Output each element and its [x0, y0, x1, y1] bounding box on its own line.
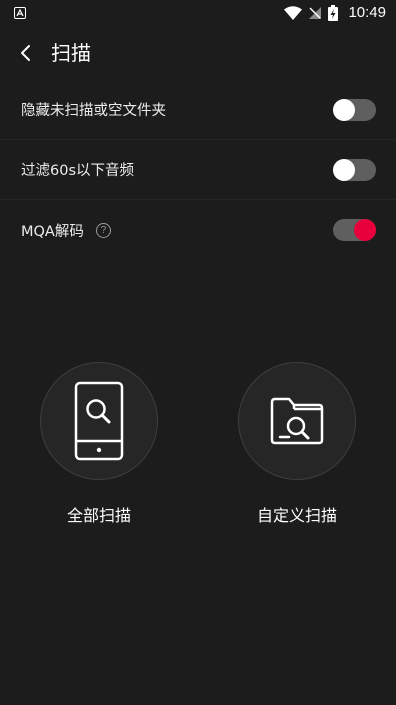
status-bar: 10:49	[0, 0, 396, 27]
wifi-icon	[284, 6, 302, 20]
custom-scan-circle	[238, 362, 356, 480]
mqa-toggle[interactable]	[333, 219, 376, 241]
battery-charging-icon	[328, 5, 338, 21]
filter-audio-toggle[interactable]	[333, 159, 376, 181]
settings-list: 隐藏未扫描或空文件夹 过滤60s以下音频 MQA解码 ?	[0, 80, 396, 260]
back-arrow-icon	[21, 45, 30, 61]
back-button[interactable]	[8, 35, 44, 71]
full-scan-label: 全部扫描	[66, 506, 131, 525]
custom-scan-label: 自定义扫描	[256, 506, 337, 525]
status-time: 10:49	[348, 4, 386, 21]
setting-label: 过滤60s以下音频	[21, 163, 135, 179]
help-icon[interactable]: ?	[95, 222, 111, 238]
app-notification-icon	[14, 7, 26, 19]
folder-search-icon	[270, 397, 324, 445]
toggle-knob	[354, 219, 376, 241]
hide-folders-toggle[interactable]	[333, 99, 376, 121]
full-scan-circle	[40, 362, 158, 480]
setting-row-filter-audio: 过滤60s以下音频	[0, 140, 396, 200]
title-bar: 扫描	[0, 27, 396, 80]
custom-scan-button[interactable]: 自定义扫描	[222, 362, 372, 526]
page-title: 扫描	[51, 41, 91, 65]
toggle-knob	[333, 99, 355, 121]
setting-label: MQA解码	[21, 223, 84, 240]
phone-search-icon	[74, 381, 124, 461]
toggle-knob	[333, 159, 355, 181]
setting-row-hide-folders: 隐藏未扫描或空文件夹	[0, 80, 396, 140]
setting-label: 隐藏未扫描或空文件夹	[21, 103, 166, 119]
setting-row-mqa: MQA解码 ?	[0, 200, 396, 260]
no-sim-icon	[309, 7, 321, 19]
full-scan-button[interactable]: 全部扫描	[24, 362, 174, 526]
